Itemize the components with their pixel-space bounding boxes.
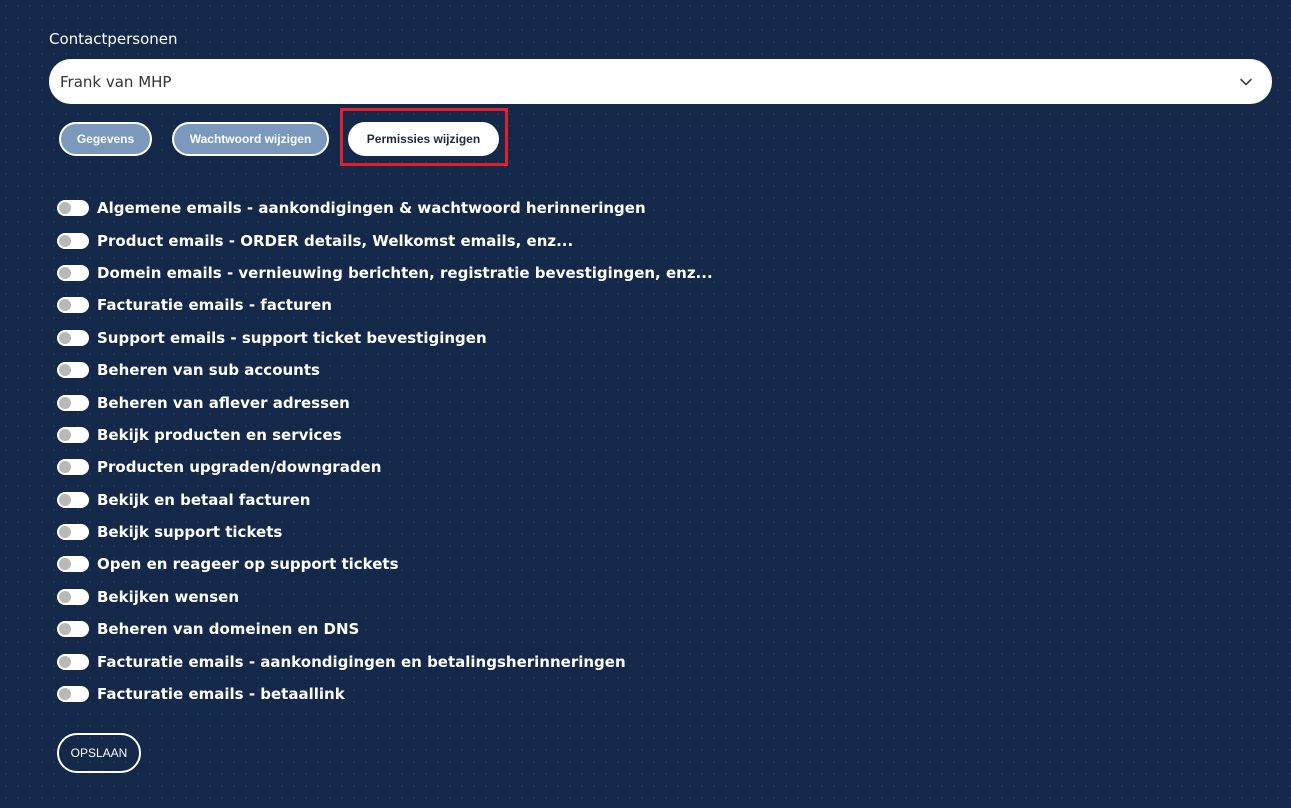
permission-item: Facturatie emails - aankondigingen en be… bbox=[57, 645, 713, 677]
permission-toggle[interactable] bbox=[57, 426, 89, 443]
permission-label: Bekijken wensen bbox=[97, 587, 240, 606]
permission-toggle[interactable] bbox=[57, 588, 89, 605]
permission-label: Support emails - support ticket bevestig… bbox=[97, 328, 487, 347]
permission-label: Bekijk producten en services bbox=[97, 425, 342, 444]
permission-toggle[interactable] bbox=[57, 491, 89, 508]
permission-label: Beheren van domeinen en DNS bbox=[97, 620, 360, 639]
permission-label: Algemene emails - aankondigingen & wacht… bbox=[97, 199, 646, 218]
permission-toggle[interactable] bbox=[57, 329, 89, 346]
permission-item: Beheren van domeinen en DNS bbox=[57, 613, 713, 645]
permission-item: Bekijken wensen bbox=[57, 581, 713, 613]
tab-wachtwoord-wijzigen[interactable]: Wachtwoord wijzigen bbox=[172, 122, 329, 156]
toggle-knob bbox=[59, 299, 71, 312]
permission-item: Product emails - ORDER details, Welkomst… bbox=[57, 224, 713, 256]
permission-label: Beheren van aflever adressen bbox=[97, 393, 350, 412]
permission-label: Product emails - ORDER details, Welkomst… bbox=[97, 231, 574, 250]
highlight-frame bbox=[340, 108, 508, 166]
permission-label: Beheren van sub accounts bbox=[97, 361, 320, 380]
permission-item: Beheren van sub accounts bbox=[57, 354, 713, 386]
toggle-knob bbox=[59, 461, 71, 474]
permission-item: Domein emails - vernieuwing berichten, r… bbox=[57, 257, 713, 289]
contact-select[interactable]: Frank van MHP bbox=[49, 59, 1272, 104]
permission-item: Facturatie emails - betaallink bbox=[57, 678, 713, 710]
permission-item: Open en reageer op support tickets bbox=[57, 548, 713, 580]
toggle-knob bbox=[59, 558, 71, 571]
permission-label: Open en reageer op support tickets bbox=[97, 555, 399, 574]
permission-item: Producten upgraden/downgraden bbox=[57, 451, 713, 483]
permission-label: Bekijk support tickets bbox=[97, 523, 283, 542]
tab-gegevens[interactable]: Gegevens bbox=[59, 122, 152, 156]
permission-toggle[interactable] bbox=[57, 686, 89, 703]
toggle-knob bbox=[59, 266, 71, 279]
permission-toggle[interactable] bbox=[57, 459, 89, 476]
permission-label: Facturatie emails - facturen bbox=[97, 296, 332, 315]
permission-toggle[interactable] bbox=[57, 232, 89, 249]
permission-label: Domein emails - vernieuwing berichten, r… bbox=[97, 263, 713, 282]
toggle-knob bbox=[59, 590, 71, 603]
toggle-knob bbox=[59, 364, 71, 377]
toggle-knob bbox=[59, 655, 71, 668]
permission-toggle[interactable] bbox=[57, 524, 89, 541]
permission-toggle[interactable] bbox=[57, 264, 89, 281]
toggle-knob bbox=[59, 202, 71, 215]
permission-label: Producten upgraden/downgraden bbox=[97, 458, 382, 477]
permission-label: Facturatie emails - betaallink bbox=[97, 685, 345, 704]
permission-item: Bekijk support tickets bbox=[57, 516, 713, 548]
permission-item: Facturatie emails - facturen bbox=[57, 289, 713, 321]
toggle-knob bbox=[59, 331, 71, 344]
permission-toggle[interactable] bbox=[57, 200, 89, 217]
permission-toggle[interactable] bbox=[57, 621, 89, 638]
contact-select-value: Frank van MHP bbox=[60, 72, 172, 91]
toggle-knob bbox=[59, 396, 71, 409]
permission-toggle[interactable] bbox=[57, 556, 89, 573]
toggle-knob bbox=[59, 493, 71, 506]
toggle-knob bbox=[59, 234, 71, 247]
contactpersonen-label: Contactpersonen bbox=[49, 30, 178, 48]
permission-toggle[interactable] bbox=[57, 394, 89, 411]
toggle-knob bbox=[59, 623, 71, 636]
toggle-knob bbox=[59, 526, 71, 539]
permission-item: Bekijk producten en services bbox=[57, 419, 713, 451]
permission-item: Support emails - support ticket bevestig… bbox=[57, 322, 713, 354]
toggle-knob bbox=[59, 428, 71, 441]
permission-item: Algemene emails - aankondigingen & wacht… bbox=[57, 192, 713, 224]
permission-label: Facturatie emails - aankondigingen en be… bbox=[97, 652, 626, 671]
permission-label: Bekijk en betaal facturen bbox=[97, 490, 311, 509]
chevron-down-icon bbox=[1238, 74, 1254, 90]
permission-toggle[interactable] bbox=[57, 362, 89, 379]
permission-item: Beheren van aflever adressen bbox=[57, 386, 713, 418]
save-button[interactable]: OPSLAAN bbox=[57, 733, 141, 773]
permissions-list: Algemene emails - aankondigingen & wacht… bbox=[57, 192, 713, 710]
toggle-knob bbox=[59, 688, 71, 701]
permission-toggle[interactable] bbox=[57, 653, 89, 670]
permission-toggle[interactable] bbox=[57, 297, 89, 314]
permission-item: Bekijk en betaal facturen bbox=[57, 484, 713, 516]
